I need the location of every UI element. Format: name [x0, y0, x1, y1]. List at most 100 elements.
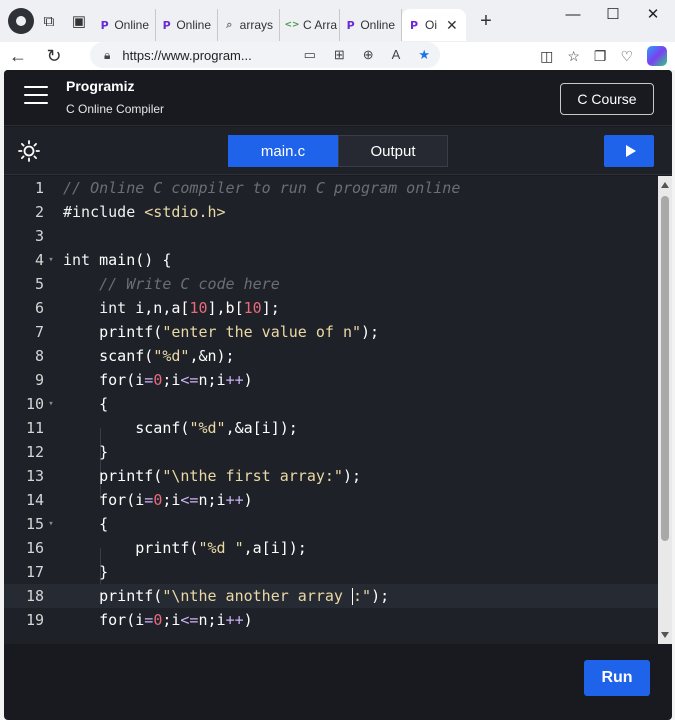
line-number: 16: [25, 539, 44, 557]
editor-scrollbar[interactable]: [658, 176, 672, 644]
line-number: 15: [25, 515, 44, 533]
browser-tools: ◫ ☆ ❐ ♡: [540, 42, 667, 70]
code-line[interactable]: 2 #include <stdio.h>: [4, 200, 658, 224]
file-tabs: main.c Output: [228, 135, 448, 167]
brand-logo[interactable]: Programiz: [66, 78, 134, 94]
browser-tab-4[interactable]: <> C Arra: [280, 9, 340, 41]
code-line-current[interactable]: 18 printf("\nthe another array :");: [4, 584, 658, 608]
code-line[interactable]: 3: [4, 224, 658, 248]
browser-tab-2[interactable]: P Online: [156, 9, 218, 41]
refresh-icon[interactable]: ↻: [36, 46, 72, 67]
code-line[interactable]: 17 }: [4, 560, 658, 584]
close-window-icon[interactable]: ✕: [633, 4, 673, 26]
fold-arrow-icon[interactable]: ▾: [44, 519, 58, 529]
c-course-button[interactable]: C Course: [560, 83, 654, 115]
url-text: https://www.program...: [122, 47, 252, 63]
run-button[interactable]: Run: [584, 660, 650, 696]
programiz-icon: P: [100, 18, 109, 32]
code-line[interactable]: 9 for(i=0;i<=n;i++): [4, 368, 658, 392]
line-number: 13: [25, 467, 44, 485]
browser-essentials-icon[interactable]: ♡: [620, 48, 633, 65]
browser-tab-active[interactable]: P Oi ✕: [402, 9, 466, 41]
tab-actions-icon[interactable]: ▣: [64, 6, 94, 36]
code-line[interactable]: 1 // Online C compiler to run C program …: [4, 176, 658, 200]
browser-tab-strip: ⧉ ▣ P Online P Online ⌕ arrays <> C Arra…: [0, 0, 675, 42]
tab-label: Online: [176, 18, 211, 32]
app-header: Programiz C Online Compiler C Course: [4, 70, 672, 126]
close-tab-icon[interactable]: ✕: [446, 17, 458, 34]
theme-toggle-icon[interactable]: [18, 140, 40, 162]
tab-label: C Arra: [303, 18, 338, 32]
tab-label: Online: [114, 18, 149, 32]
maximize-icon[interactable]: ☐: [593, 4, 633, 26]
cast-icon[interactable]: ▭: [304, 47, 316, 63]
line-number: 2: [34, 203, 44, 221]
code-line[interactable]: 7 printf("enter the value of n");: [4, 320, 658, 344]
favorite-star-icon[interactable]: ★: [418, 47, 430, 63]
line-number: 17: [25, 563, 44, 581]
fold-arrow-icon[interactable]: ▾: [44, 255, 58, 265]
zoom-icon[interactable]: ⊕: [363, 47, 374, 63]
browser-tab-5[interactable]: P Online: [340, 9, 402, 41]
tab-output[interactable]: Output: [338, 135, 448, 167]
code-icon: <>: [284, 20, 300, 30]
read-aloud-icon[interactable]: A: [392, 47, 401, 63]
code-line[interactable]: 4 ▾ int main() {: [4, 248, 658, 272]
profile-icon[interactable]: [8, 8, 34, 34]
text-cursor: [352, 588, 353, 605]
code-line[interactable]: 6 int i,n,a[10],b[10];: [4, 296, 658, 320]
minimize-icon[interactable]: —: [553, 4, 593, 26]
tab-label: arrays: [239, 18, 273, 32]
programiz-icon: P: [346, 18, 355, 32]
fold-arrow-icon[interactable]: ▾: [44, 399, 58, 409]
line-number: 1: [34, 179, 44, 197]
scrollbar-thumb[interactable]: [661, 196, 669, 541]
window-controls: — ☐ ✕: [553, 4, 673, 26]
code-line[interactable]: 5 // Write C code here: [4, 272, 658, 296]
code-line[interactable]: 16 printf("%d ",a[i]);: [4, 536, 658, 560]
line-number: 5: [34, 275, 44, 293]
code-line[interactable]: 14 for(i=0;i<=n;i++): [4, 488, 658, 512]
line-number: 10: [25, 395, 44, 413]
new-tab-icon[interactable]: +: [472, 10, 500, 33]
code-line[interactable]: 15 ▾ {: [4, 512, 658, 536]
url-field[interactable]: 🔒︎ https://www.program... ▭ ⊞ ⊕ A ★: [90, 42, 440, 68]
run-play-button[interactable]: [604, 135, 654, 167]
line-number: 12: [25, 443, 44, 461]
code-line[interactable]: 19 for(i=0;i<=n;i++): [4, 608, 658, 632]
line-number: 11: [25, 419, 44, 437]
search-icon: ⌕: [226, 18, 233, 31]
editor-toolbar: main.c Output: [4, 127, 672, 175]
programiz-app: Programiz C Online Compiler C Course mai…: [4, 70, 672, 720]
tab-main-c[interactable]: main.c: [228, 135, 338, 167]
copilot-icon[interactable]: [647, 46, 667, 66]
back-icon[interactable]: ←: [0, 46, 36, 67]
tab-label: Oi: [425, 18, 437, 32]
scroll-down-icon[interactable]: [661, 632, 669, 638]
menu-icon[interactable]: [24, 86, 48, 104]
scroll-up-icon[interactable]: [661, 182, 669, 188]
collections-icon[interactable]: ❐: [594, 48, 607, 65]
programiz-icon: P: [409, 18, 419, 32]
code-editor[interactable]: 1 // Online C compiler to run C program …: [4, 176, 672, 644]
tab-label: Online: [360, 18, 395, 32]
line-number: 8: [34, 347, 44, 365]
code-line[interactable]: 12 }: [4, 440, 658, 464]
line-number: 19: [25, 611, 44, 629]
split-screen-icon[interactable]: ◫: [540, 48, 553, 65]
line-number: 6: [34, 299, 44, 317]
code-line[interactable]: 13 printf("\nthe first array:");: [4, 464, 658, 488]
favorites-icon[interactable]: ☆: [567, 48, 580, 65]
line-number: 4: [34, 251, 44, 269]
code-line[interactable]: 10 ▾ {: [4, 392, 658, 416]
workspaces-icon[interactable]: ⧉: [34, 6, 64, 36]
browser-tab-1[interactable]: P Online: [94, 9, 156, 41]
browser-tab-3[interactable]: ⌕ arrays: [218, 9, 280, 41]
code-line[interactable]: 8 scanf("%d",&n);: [4, 344, 658, 368]
code-line[interactable]: 11 scanf("%d",&a[i]);: [4, 416, 658, 440]
apps-icon[interactable]: ⊞: [334, 47, 345, 63]
line-number: 14: [25, 491, 44, 509]
line-number: 18: [25, 587, 44, 605]
lock-icon[interactable]: 🔒︎: [104, 48, 110, 63]
line-number: 7: [34, 323, 44, 341]
